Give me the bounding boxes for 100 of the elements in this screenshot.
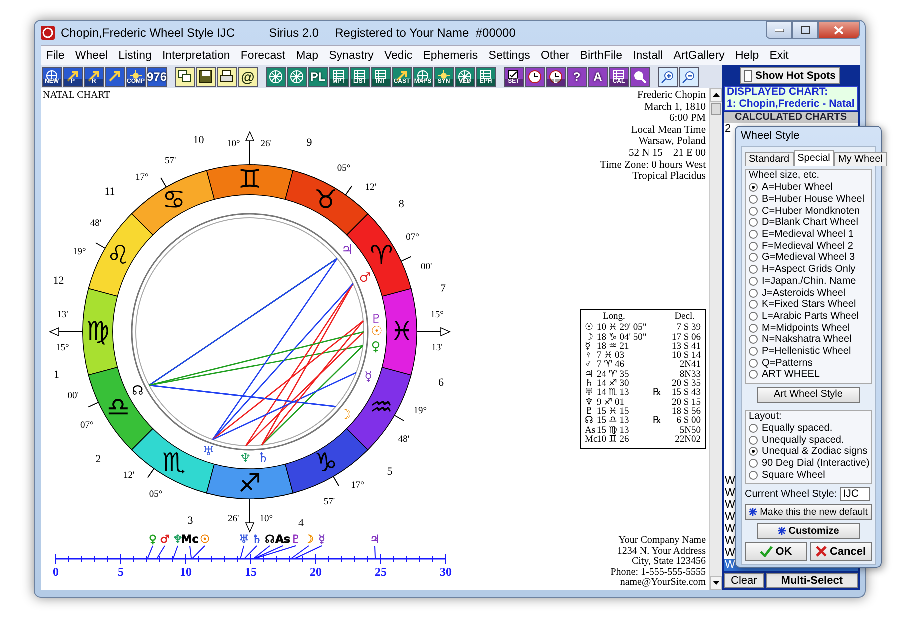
longitude-cell-text: 14 ♏ 13 bbox=[597, 389, 630, 398]
planet-glyph: ☉ bbox=[200, 533, 210, 546]
menu-item[interactable]: Ephemeris bbox=[418, 50, 484, 62]
planet-symbol: ☿ bbox=[585, 342, 592, 352]
radio-label[interactable]: C=Huber Mondknoten bbox=[762, 206, 860, 217]
toolbar-button[interactable]: A bbox=[588, 66, 608, 86]
radio-label[interactable]: Unequally spaced. bbox=[762, 434, 844, 446]
planet-symbol: Mc bbox=[585, 436, 597, 446]
cusp-degree: 17° bbox=[351, 481, 364, 491]
planet-glyph: ♃ bbox=[370, 533, 380, 546]
radio-label[interactable]: 90 Deg Dial (Interactive) bbox=[762, 458, 870, 470]
menu-item[interactable]: Vedic bbox=[379, 50, 418, 62]
planet-glyph: ☊ bbox=[132, 384, 144, 400]
product-name: Sirius 2.0 bbox=[269, 26, 320, 40]
dialog-title: Wheel Style bbox=[741, 129, 801, 144]
customize-button[interactable]: Customize bbox=[757, 523, 860, 540]
radio-label[interactable]: Unequal & Zodiac signs bbox=[762, 446, 868, 458]
radio-label[interactable]: H=Aspect Grids Only bbox=[762, 264, 856, 276]
planet-symbol: ♂ bbox=[585, 361, 594, 370]
group-title: Wheel size, etc. bbox=[749, 170, 821, 182]
menu-item[interactable]: Interpretation bbox=[157, 50, 236, 62]
toolbar-button[interactable]: 976 bbox=[147, 66, 167, 86]
radio-label[interactable]: G=Medieval Wheel 3 bbox=[762, 252, 856, 264]
longitude-cell-text: 15 ♎ 13 bbox=[597, 417, 630, 426]
tab[interactable]: Standard bbox=[745, 152, 794, 166]
radio-label[interactable]: I=Japan./Chin. Name bbox=[762, 276, 856, 287]
planet-glyph: ♄ bbox=[257, 450, 270, 466]
clear-button[interactable]: Clear bbox=[724, 573, 764, 588]
cusp-minute: 48' bbox=[398, 434, 410, 445]
house-number: 1 bbox=[54, 368, 60, 381]
planet-glyph: As bbox=[275, 533, 291, 546]
cusp-minute: 13' bbox=[432, 343, 443, 354]
declination-cell-text: 20 S 15 bbox=[670, 398, 701, 408]
birth-info-line: Frederic Chopin bbox=[636, 90, 706, 102]
longitude-cell-text: 14 ♐ 30 bbox=[597, 380, 630, 390]
menu-item[interactable]: ArtGallery bbox=[668, 50, 730, 62]
menu-item[interactable]: BirthFile bbox=[575, 50, 628, 62]
show-hot-spots-button[interactable]: Show Hot Spots bbox=[740, 67, 840, 84]
make-default-button[interactable]: Make this the new default bbox=[745, 504, 872, 520]
house-number: 3 bbox=[188, 514, 194, 527]
radio-label[interactable]: P=Hellenistic Wheel bbox=[762, 346, 852, 357]
scale-label: 0 bbox=[53, 565, 59, 579]
planet-glyph: ♆ bbox=[173, 533, 183, 546]
longitude-cell-text: 10 ♓ 29' 05" bbox=[597, 324, 648, 334]
menu-item[interactable]: Other bbox=[536, 50, 575, 62]
birth-info-line: March 1, 1810 bbox=[643, 102, 706, 114]
multi-select-button[interactable]: Multi-Select bbox=[766, 573, 858, 588]
toolbar-button[interactable]: ? bbox=[567, 66, 587, 86]
menu-item[interactable]: Help bbox=[730, 50, 764, 62]
menu-item[interactable]: Forecast bbox=[236, 50, 291, 62]
radio-label[interactable]: J=Asteroids Wheel bbox=[762, 288, 846, 299]
window-title: Chopin,Frederic Wheel Style IJC bbox=[61, 26, 236, 40]
birth-info-line: Time Zone: 0 hours West bbox=[600, 160, 706, 172]
radio-label[interactable]: ART WHEEL bbox=[762, 369, 820, 380]
planet-symbol: ♅ bbox=[585, 389, 595, 398]
cusp-degree: 19° bbox=[72, 248, 86, 258]
planet-glyph: ♄ bbox=[252, 533, 262, 546]
menu-item[interactable]: Map bbox=[290, 50, 324, 62]
radio-label[interactable]: L=Arabic Parts Wheel bbox=[762, 310, 859, 322]
radio-label[interactable]: Square Wheel bbox=[762, 470, 826, 481]
radio-label[interactable]: F=Medieval Wheel 2 bbox=[762, 240, 854, 252]
zodiac-glyph: ♏ bbox=[162, 448, 186, 479]
radio-label[interactable]: E=Medieval Wheel 1 bbox=[762, 229, 854, 240]
planet-symbol: As bbox=[585, 426, 596, 436]
radio-label[interactable]: N=Nakshatra Wheel bbox=[762, 334, 852, 346]
radio-label[interactable]: D=Blank Chart Wheel bbox=[762, 217, 858, 228]
menu-item[interactable]: Settings bbox=[483, 50, 536, 62]
menu-item[interactable]: File bbox=[41, 50, 70, 62]
radio-label[interactable]: A=Huber Wheel bbox=[762, 182, 833, 194]
house-number: 11 bbox=[104, 186, 116, 198]
cancel-button[interactable]: Cancel bbox=[810, 542, 872, 562]
radio-label[interactable]: Q=Patterns bbox=[762, 358, 813, 369]
menu-item[interactable]: Wheel bbox=[70, 50, 114, 62]
menu-item[interactable]: Exit bbox=[764, 50, 794, 62]
radio-label[interactable]: K=Fixed Stars Wheel bbox=[762, 299, 856, 310]
menu-item[interactable]: Listing bbox=[113, 50, 158, 62]
zodiac-glyph: ♎ bbox=[106, 393, 130, 423]
longitude-cell-text: 10 ♊ 26 bbox=[597, 436, 630, 446]
house-number: 7 bbox=[440, 283, 446, 296]
zodiac-glyph: ♌ bbox=[106, 241, 130, 271]
toolbar-button[interactable]: @ bbox=[238, 66, 258, 86]
current-style-field[interactable]: IJC bbox=[840, 487, 870, 502]
tab[interactable]: Special bbox=[794, 150, 834, 166]
radio-label[interactable]: M=Midpoints Wheel bbox=[762, 322, 850, 334]
zodiac-glyph: ♈ bbox=[370, 241, 394, 271]
planet-symbol: ☉ bbox=[585, 324, 595, 334]
radio-label[interactable]: B=Huber House Wheel bbox=[762, 194, 865, 206]
birth-info-line: Tropical Placidus bbox=[632, 171, 706, 183]
menu-item[interactable]: Install bbox=[628, 50, 668, 62]
tab[interactable]: My Wheel bbox=[834, 152, 887, 166]
ok-button[interactable]: OK bbox=[745, 542, 807, 562]
declination-cell-text: 18 S 56 bbox=[670, 408, 701, 417]
radio-label[interactable]: Equally spaced. bbox=[762, 423, 833, 434]
menu-item[interactable]: Synastry bbox=[324, 50, 380, 62]
planet-symbol: ☽ bbox=[585, 334, 595, 343]
cusp-degree: 10° bbox=[260, 514, 274, 524]
longitude-cell-text: 7 ♈ 46 bbox=[597, 361, 626, 370]
declination-cell-text: 22N02 bbox=[674, 436, 701, 446]
art-wheel-style-button[interactable]: Art Wheel Style bbox=[757, 386, 860, 403]
toolbar-button[interactable]: PL bbox=[308, 66, 328, 86]
